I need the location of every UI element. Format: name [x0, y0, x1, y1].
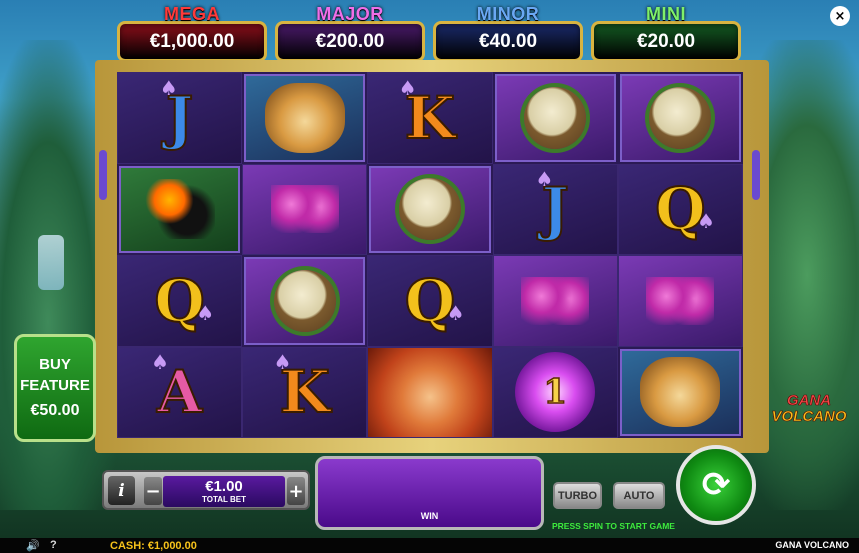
symbol-orb: 1: [515, 352, 596, 433]
reel-cell: Q ♠: [367, 255, 493, 347]
spade-icon: ♠: [196, 300, 215, 325]
reel-cell: [617, 255, 743, 347]
symbol-drum: [524, 86, 587, 149]
total-bet-value: €1.00: [205, 478, 243, 495]
symbol-drum: [649, 86, 712, 149]
spade-icon: ♠: [697, 209, 716, 234]
jackpot-mini: €20.00 MINI: [591, 4, 741, 62]
symbol-j: J ♠: [159, 75, 194, 153]
reel-cell: [369, 165, 491, 253]
reel-cell: K ♠: [242, 346, 368, 438]
cash-label: CASH:: [110, 540, 145, 552]
reel-cell: [619, 348, 741, 436]
frame-ornament-right: [752, 150, 760, 200]
symbol-orchid: [646, 276, 715, 325]
frame-ornament-left: [99, 150, 107, 200]
info-button[interactable]: i: [108, 476, 135, 505]
symbol-q: Q ♠: [404, 266, 465, 336]
reel-cell: J ♠: [117, 72, 243, 164]
symbol-orchid: [270, 185, 339, 234]
reel-cell: A ♠: [117, 346, 243, 438]
reel-cell: [244, 74, 366, 162]
reel-cell: Q ♠: [617, 163, 743, 255]
symbol-drum: [398, 178, 461, 241]
spade-icon: ♠: [151, 350, 170, 375]
reel-cell: 1: [492, 346, 618, 438]
symbol-orchid: [521, 276, 590, 325]
jackpot-name: MEGA: [164, 4, 220, 24]
cash-value: €1,000.00: [147, 540, 197, 552]
spade-icon: ♠: [273, 350, 292, 375]
cash-display: CASH: €1,000.00: [110, 540, 197, 552]
reel-cell: [242, 163, 368, 255]
press-spin-hint: PRESS SPIN TO START GAME: [552, 521, 675, 531]
spin-button[interactable]: ⟳: [676, 445, 756, 525]
spade-icon: ♠: [159, 75, 178, 100]
logo-line1: GANA: [786, 392, 832, 409]
jackpot-value: €20.00: [591, 21, 741, 62]
game-logo: GANA VOLCANO: [768, 392, 850, 425]
symbol-leopard: [264, 82, 345, 153]
reel-cell: [492, 255, 618, 347]
game-name-label: GANA VOLCANO: [775, 540, 849, 550]
reel-cell: [367, 346, 493, 438]
jackpot-major: €200.00 MAJOR: [275, 4, 425, 62]
buy-feature-button[interactable]: BUY FEATURE €50.00: [14, 334, 96, 442]
total-bet-label: TOTAL BET: [202, 495, 246, 504]
jackpot-value: €40.00: [433, 21, 583, 62]
symbol-leopard: [640, 357, 721, 428]
reel-cell: J ♠: [492, 163, 618, 255]
symbol-toucan: [144, 179, 215, 240]
spin-arrows-icon: ⟳: [701, 465, 731, 505]
symbol-k: K ♠: [273, 350, 331, 427]
reel-cell: Q ♠: [117, 255, 243, 347]
reel-cell: [494, 74, 616, 162]
symbol-a: A ♠: [151, 350, 203, 427]
symbol-q: Q ♠: [153, 266, 215, 336]
symbol-goddess: [368, 347, 492, 437]
jackpot-value: €200.00: [275, 21, 425, 62]
autoplay-button[interactable]: AUTO: [613, 482, 665, 509]
symbol-j: J ♠: [535, 167, 569, 244]
reel-cell: K ♠: [367, 72, 493, 164]
spade-icon: ♠: [535, 167, 554, 192]
reel-grid: J ♠ K ♠ J ♠ Q ♠ Q ♠ Q ♠ A ♠ K ♠ 1: [117, 72, 743, 438]
win-label: WIN: [420, 511, 439, 521]
total-bet-display: €1.00 TOTAL BET: [163, 476, 285, 507]
spade-icon: ♠: [446, 300, 465, 325]
close-button[interactable]: ×: [830, 6, 850, 26]
footer-bar: 🔊 ? CASH: €1,000.00 GANA VOLCANO: [0, 538, 859, 553]
symbol-k: K ♠: [398, 75, 456, 153]
buy-feature-line2: FEATURE: [20, 377, 90, 394]
decrease-bet-button[interactable]: −: [144, 477, 162, 505]
symbol-q: Q ♠: [654, 174, 716, 244]
turbo-button[interactable]: TURBO: [553, 482, 602, 509]
symbol-drum: [273, 269, 336, 332]
jackpot-minor: €40.00 MINOR: [433, 4, 583, 62]
win-display: WIN: [315, 456, 544, 530]
buy-feature-price: €50.00: [30, 402, 80, 419]
waterfall-decoration: [38, 235, 64, 290]
buy-feature-line1: BUY: [39, 356, 71, 373]
speaker-icon[interactable]: 🔊: [26, 539, 40, 552]
increase-bet-button[interactable]: +: [287, 477, 305, 505]
jackpot-value: €1,000.00: [117, 21, 267, 62]
reel-cell: [244, 257, 366, 345]
reel-cell: [619, 74, 741, 162]
jackpot-name: MINOR: [476, 4, 540, 24]
spade-icon: ♠: [398, 75, 417, 100]
jackpot-name: MAJOR: [316, 4, 384, 24]
jackpot-name: MINI: [646, 4, 686, 24]
jackpot-mega: €1,000.00 MEGA: [117, 4, 267, 62]
help-button[interactable]: ?: [50, 539, 57, 551]
logo-line2: VOLCANO: [771, 408, 847, 425]
reel-cell: [119, 165, 241, 253]
